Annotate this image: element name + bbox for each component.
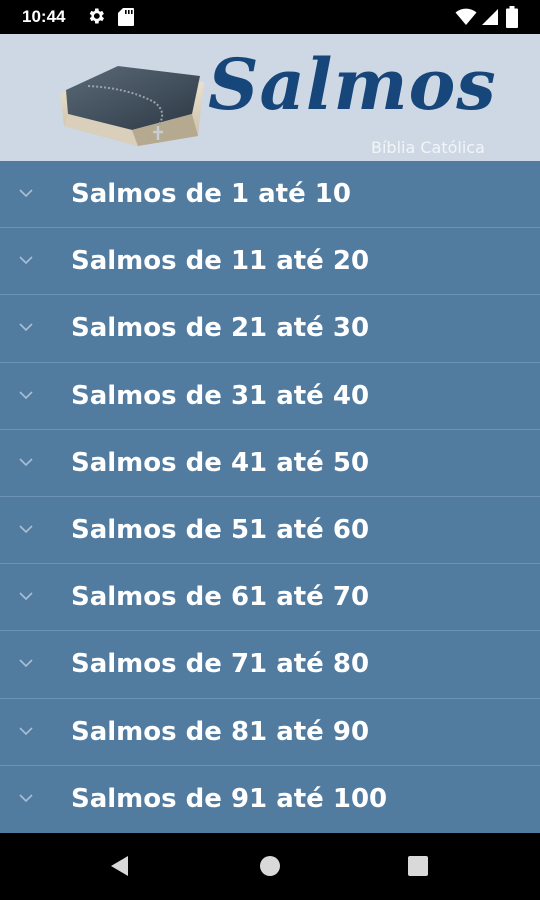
status-bar: 10:44: [0, 0, 540, 34]
gear-icon: [89, 8, 104, 24]
chevron-down-icon: [19, 323, 33, 332]
wifi-icon: [455, 8, 477, 25]
list-item-label: Salmos de 81 até 90: [71, 716, 370, 747]
bible-rosary-logo: [60, 66, 204, 146]
chevron-down-icon: [19, 726, 33, 735]
list-item-label: Salmos de 41 até 50: [71, 447, 370, 478]
chevron-down-icon: [19, 256, 33, 265]
sd-card-icon: [118, 8, 134, 26]
chevron-down-icon: [19, 189, 33, 198]
list-item[interactable]: Salmos de 51 até 60: [0, 497, 540, 565]
chevron-down-icon: [19, 525, 33, 534]
list-item[interactable]: Salmos de 41 até 50: [0, 430, 540, 497]
list-item[interactable]: Salmos de 61 até 70: [0, 564, 540, 632]
list-item-label: Salmos de 11 até 20: [71, 246, 370, 277]
chevron-down-icon: [19, 592, 33, 601]
list-item-label: Salmos de 51 até 60: [71, 514, 370, 545]
list-item-label: Salmos de 21 até 30: [71, 313, 370, 344]
list-item[interactable]: Salmos de 71 até 80: [0, 631, 540, 699]
list-item[interactable]: Salmos de 31 até 40: [0, 363, 540, 430]
list-item-label: Salmos de 1 até 10: [71, 179, 351, 209]
cell-signal-icon: [482, 9, 498, 25]
app-header: Salmos Bíblia Católica: [0, 34, 540, 161]
status-time: 10:44: [22, 7, 66, 26]
list-item[interactable]: Salmos de 91 até 100: [0, 766, 540, 833]
list-item-label: Salmos de 71 até 80: [71, 649, 370, 680]
list-item-label: Salmos de 31 até 40: [71, 380, 370, 411]
app-title: Salmos: [208, 43, 497, 126]
list-item[interactable]: Salmos de 81 até 90: [0, 699, 540, 766]
home-icon[interactable]: [259, 855, 281, 877]
list-item[interactable]: Salmos de 1 até 10: [0, 161, 540, 229]
psalm-group-list: Salmos de 1 até 10 Salmos de 11 até 20 Sal…: [0, 161, 540, 833]
chevron-down-icon: [19, 458, 33, 466]
app-subtitle: Bíblia Católica: [371, 138, 485, 157]
list-item[interactable]: Salmos de 21 até 30: [0, 295, 540, 363]
recents-icon[interactable]: [407, 855, 429, 877]
battery-icon: [506, 6, 518, 28]
list-item-label: Salmos de 61 até 70: [71, 582, 370, 613]
list-item[interactable]: Salmos de 11 até 20: [0, 228, 540, 296]
chevron-down-icon: [19, 390, 33, 399]
back-icon[interactable]: [108, 854, 132, 878]
chevron-down-icon: [19, 794, 33, 802]
chevron-down-icon: [19, 659, 33, 668]
list-item-label: Salmos de 91 até 100: [71, 783, 388, 814]
navigation-bar: [0, 833, 540, 900]
app-screen: 10:44 Salmos Bíblia Católica Salmos de 1…: [0, 0, 540, 900]
